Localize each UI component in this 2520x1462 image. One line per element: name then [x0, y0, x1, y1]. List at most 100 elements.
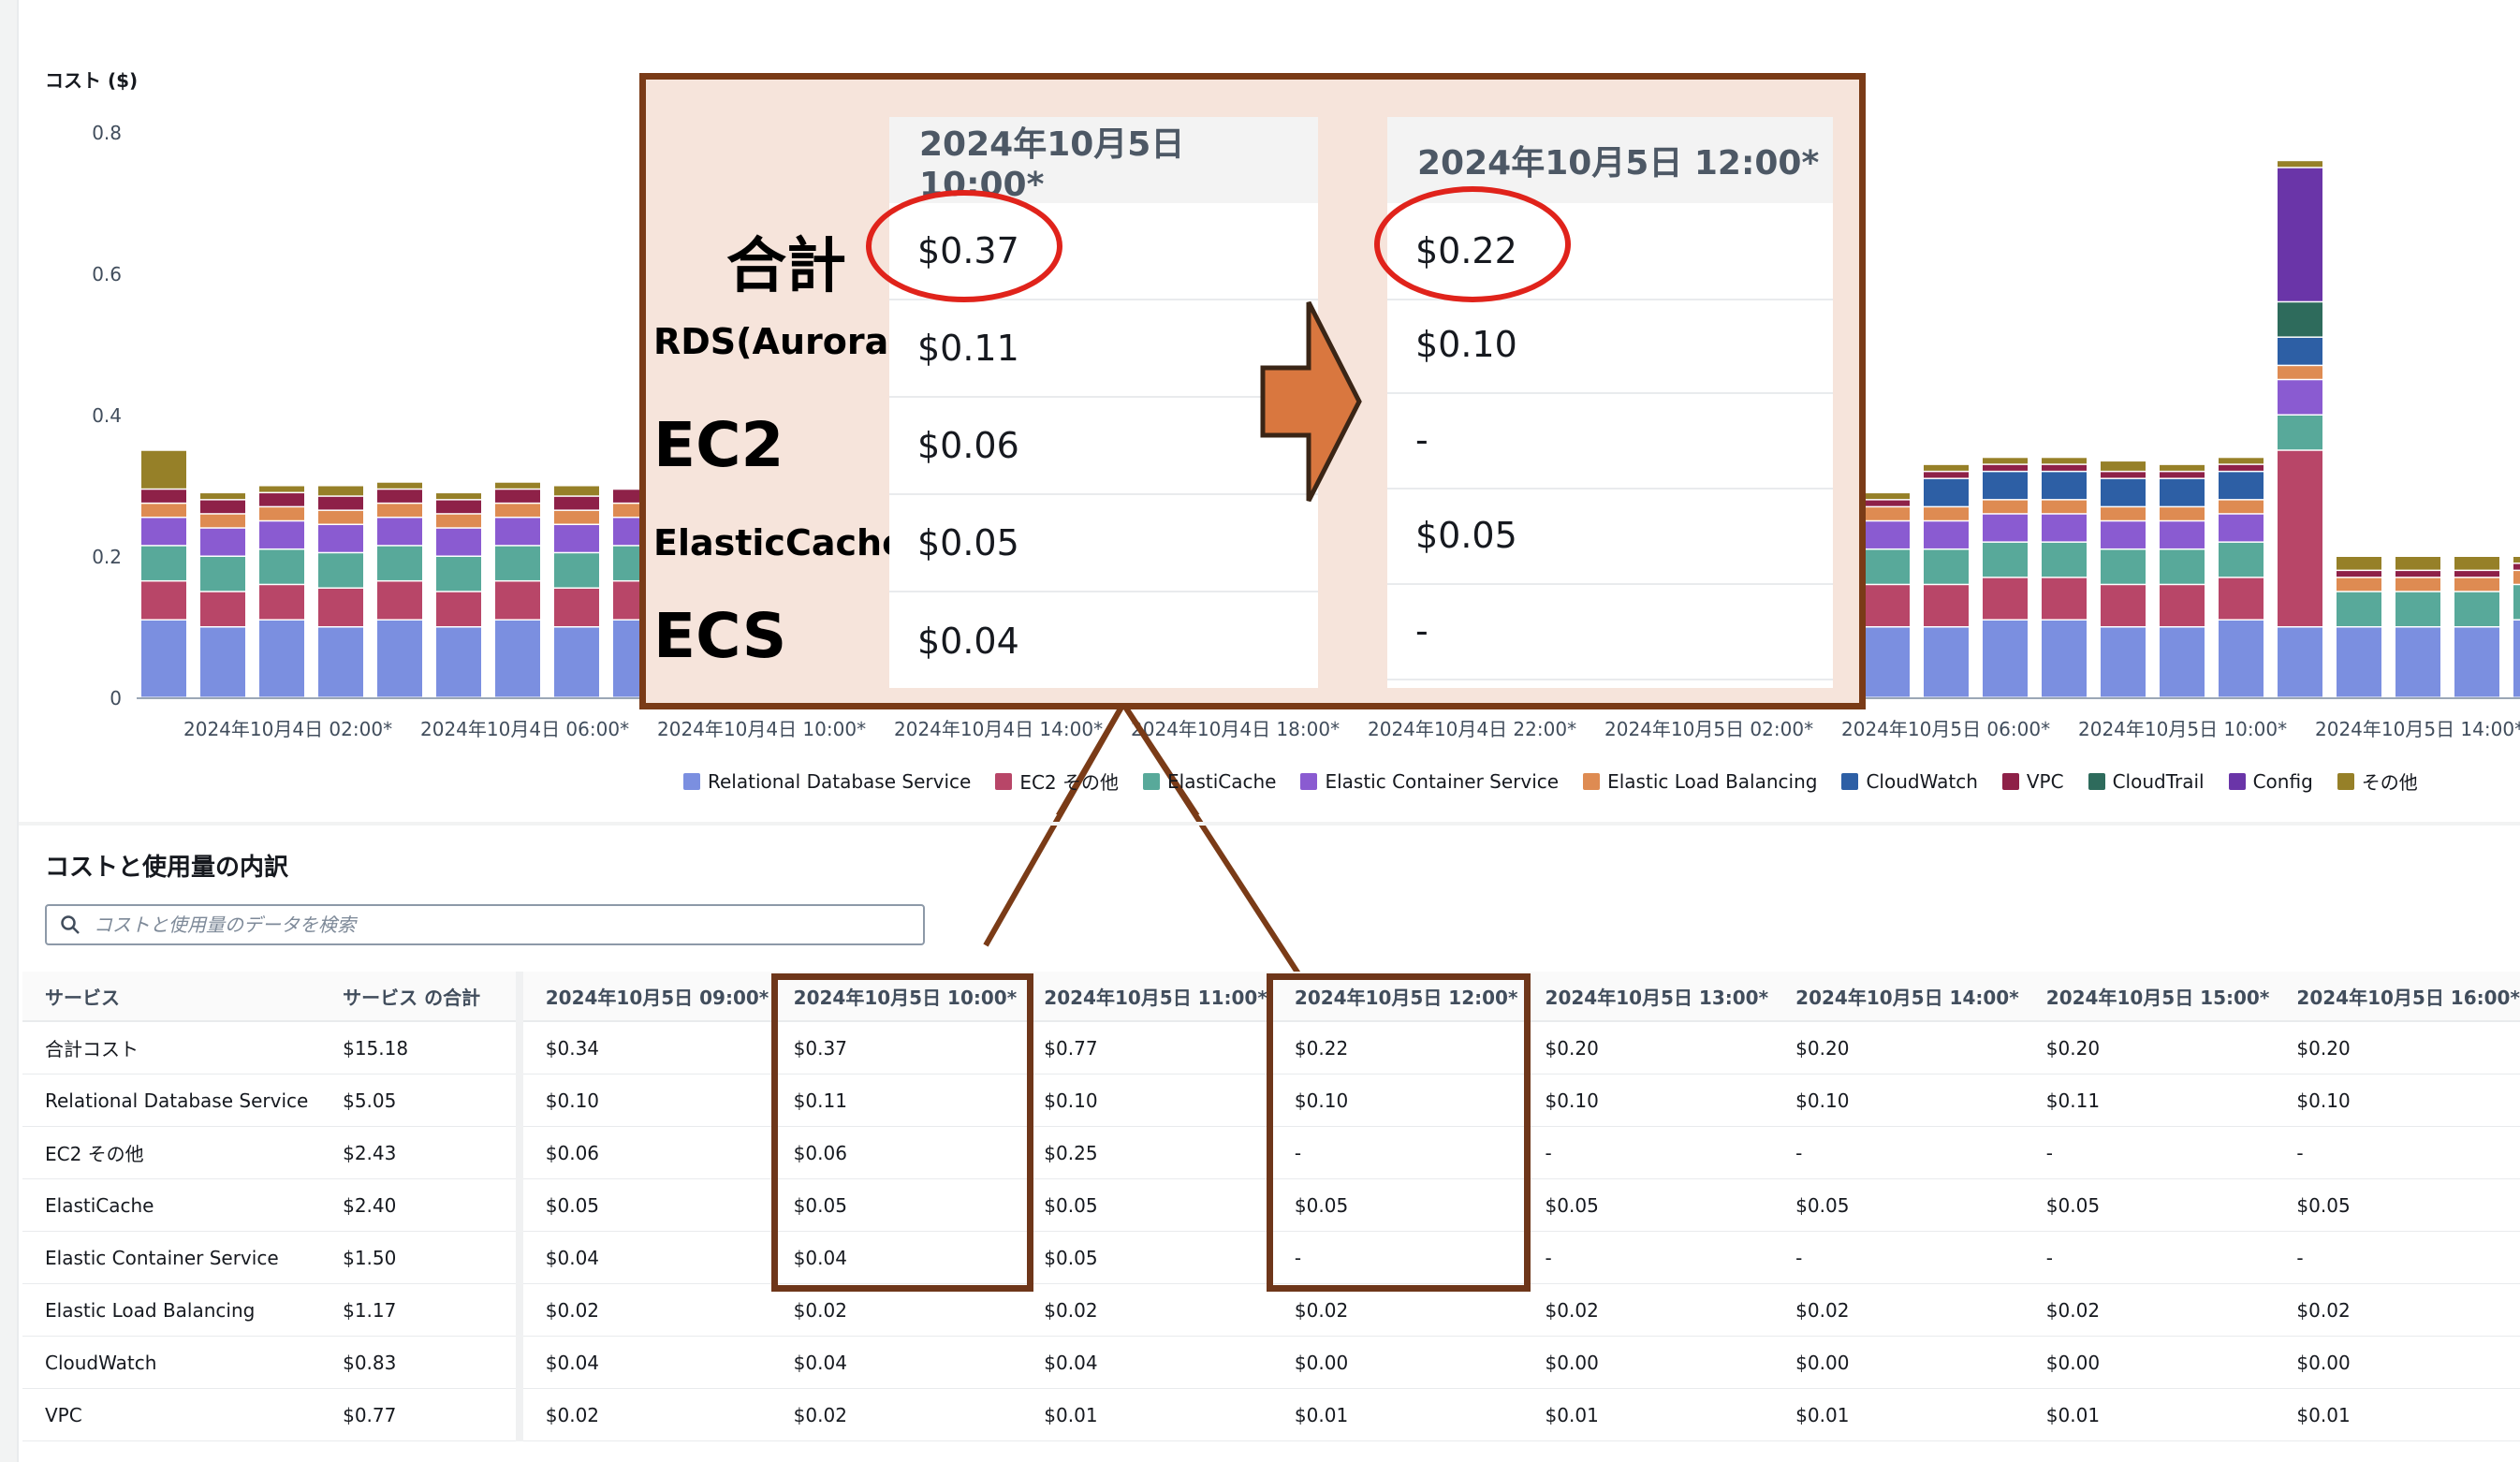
service-name-cell: EC2 その他	[22, 1126, 321, 1179]
cost-cell: $0.10	[2274, 1074, 2520, 1127]
legend-label: EC2 その他	[1019, 771, 1119, 794]
section-divider	[19, 822, 2520, 826]
legend-label: Elastic Load Balancing	[1607, 769, 1818, 793]
cost-cell: $0.10	[1522, 1074, 1774, 1127]
cost-cell: $0.02	[2274, 1283, 2520, 1337]
cost-cell: $0.01	[2274, 1388, 2520, 1441]
cost-cell: $0.05	[1773, 1178, 2024, 1232]
cost-cell: $0.04	[770, 1336, 1022, 1389]
legend-label: CloudWatch	[1866, 769, 1978, 793]
legend-label: Relational Database Service	[708, 769, 972, 793]
cost-cell: $0.83	[320, 1336, 523, 1389]
cost-cell: $0.10	[519, 1074, 771, 1127]
search-field[interactable]	[45, 904, 925, 945]
comparison-callout: 合計 RDS(Aurora) EC2 ElasticCache ECS 2024…	[639, 73, 1866, 709]
service-name-cell: Relational Database Service	[22, 1074, 321, 1127]
legend-item[interactable]: EC2 その他	[995, 768, 1119, 795]
legend-swatch	[2001, 772, 2019, 790]
cost-cell: -	[2023, 1126, 2275, 1179]
legend-swatch	[1300, 772, 1318, 790]
highlight-ring-left	[866, 190, 1062, 302]
legend-item[interactable]: ElastiCache	[1143, 768, 1276, 795]
breakdown-title: コストと使用量の内訳	[45, 854, 289, 882]
cost-cell: $0.20	[1522, 1021, 1774, 1075]
legend-item[interactable]: Elastic Container Service	[1300, 768, 1559, 795]
legend-swatch	[2088, 772, 2105, 790]
cost-cell: $0.02	[1021, 1283, 1272, 1337]
legend-label: Elastic Container Service	[1325, 769, 1560, 793]
column-header[interactable]: 2024年10月5日 11:00*	[1021, 972, 1272, 1022]
cost-cell: $0.04	[1021, 1336, 1272, 1389]
service-name-cell: ElastiCache	[22, 1178, 321, 1232]
cost-cell: $1.50	[320, 1231, 523, 1284]
legend-swatch	[683, 772, 700, 790]
legend-label: VPC	[2026, 769, 2064, 793]
callout-cell: -	[1387, 583, 1833, 680]
legend-label: CloudTrail	[2112, 769, 2205, 793]
legend-label: その他	[2361, 771, 2418, 794]
legend-item[interactable]: VPC	[2001, 768, 2064, 795]
cost-cell: $2.43	[320, 1126, 523, 1179]
cost-cell: -	[2274, 1126, 2520, 1179]
cost-cell: $0.05	[1522, 1178, 1774, 1232]
cost-cell: $0.02	[2023, 1283, 2275, 1337]
callout-cell: $0.05	[1387, 488, 1833, 585]
cost-cell: $0.01	[1271, 1388, 1523, 1441]
legend-item[interactable]: その他	[2337, 768, 2418, 795]
arrow-right-icon	[1260, 300, 1362, 503]
cost-cell: $0.04	[519, 1231, 771, 1284]
cost-cell: $0.06	[519, 1126, 771, 1179]
callout-label-total: 合計	[726, 232, 846, 301]
cost-cell: $15.18	[320, 1021, 523, 1075]
cost-cell: $0.20	[2274, 1021, 2520, 1075]
cost-cell: $0.05	[2023, 1178, 2275, 1232]
cost-cell: -	[1773, 1126, 2024, 1179]
cost-cell: $0.00	[2274, 1336, 2520, 1389]
highlight-box-10-00	[771, 973, 1033, 1292]
legend-swatch	[1143, 772, 1160, 790]
service-name-cell: VPC	[22, 1388, 321, 1441]
cost-cell: $0.20	[1773, 1021, 2024, 1075]
cost-cell: $0.10	[1773, 1074, 2024, 1127]
callout-cell: $0.05	[889, 495, 1318, 592]
cost-cell: $0.00	[1773, 1336, 2024, 1389]
cost-cell: $0.01	[1522, 1388, 1774, 1441]
legend-item[interactable]: Elastic Load Balancing	[1583, 768, 1817, 795]
legend-label: Config	[2252, 769, 2313, 793]
column-header[interactable]: 2024年10月5日 09:00*	[519, 972, 771, 1022]
legend-swatch	[1583, 772, 1601, 790]
column-header[interactable]: サービス の合計	[320, 972, 523, 1022]
table-row: VPC $0.77 $0.02 $0.02 $0.01 $0.01 $0.01 $0.01 $0…	[22, 1388, 2520, 1441]
cost-cell: $0.01	[1021, 1388, 1272, 1441]
legend-item[interactable]: CloudWatch	[1841, 768, 1978, 795]
legend-item[interactable]: CloudTrail	[2088, 768, 2205, 795]
service-name-cell: Elastic Container Service	[22, 1231, 321, 1284]
search-input[interactable]	[92, 913, 901, 937]
cost-cell: $0.04	[519, 1336, 771, 1389]
legend-item[interactable]: Config	[2228, 768, 2313, 795]
cost-cell: $0.02	[1522, 1283, 1774, 1337]
column-header[interactable]: サービス	[22, 972, 321, 1022]
column-header[interactable]: 2024年10月5日 13:00*	[1522, 972, 1774, 1022]
service-name-cell: Elastic Load Balancing	[22, 1283, 321, 1337]
column-header[interactable]: 2024年10月5日 14:00*	[1773, 972, 2024, 1022]
callout-label-ec2: EC2	[653, 409, 784, 481]
highlight-box-12-00	[1267, 973, 1531, 1292]
legend-swatch	[1841, 772, 1859, 790]
callout-cell: $0.11	[889, 300, 1318, 398]
legend-item[interactable]: Relational Database Service	[683, 768, 971, 795]
cost-cell: $0.20	[2023, 1021, 2275, 1075]
cost-cell: $0.00	[2023, 1336, 2275, 1389]
cost-cell: $2.40	[320, 1178, 523, 1232]
cost-cell: $0.02	[1773, 1283, 2024, 1337]
cost-cell: $0.05	[1021, 1231, 1272, 1284]
service-name-cell: 合計コスト	[22, 1021, 321, 1075]
cost-cell: $0.10	[1021, 1074, 1272, 1127]
highlight-ring-right	[1374, 186, 1571, 302]
column-header[interactable]: 2024年10月5日 15:00*	[2023, 972, 2275, 1022]
callout-label-elasticache: ElasticCache	[653, 522, 906, 563]
cost-cell: $0.77	[1021, 1021, 1272, 1075]
cost-cell: $0.00	[1271, 1336, 1523, 1389]
column-header[interactable]: 2024年10月5日 16:00*	[2274, 972, 2520, 1022]
callout-label-rds: RDS(Aurora)	[653, 321, 905, 362]
